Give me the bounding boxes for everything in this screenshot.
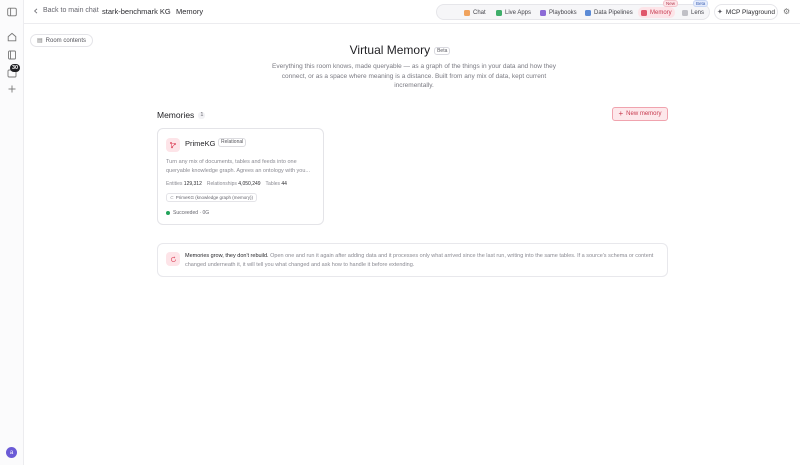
- tab-playbooks[interactable]: Playbooks: [537, 7, 580, 18]
- memory-type-tag: Relational: [218, 138, 247, 147]
- user-avatar[interactable]: a: [6, 447, 17, 458]
- status-text: Succeeded · 0G: [173, 210, 210, 216]
- rooms-count-badge: 30: [10, 64, 20, 72]
- back-to-main-chat-link[interactable]: Back to main chat: [33, 7, 99, 14]
- home-icon[interactable]: [5, 30, 19, 44]
- chevron-left-icon: [34, 8, 38, 13]
- graph-icon: [166, 138, 180, 152]
- mcp-label: MCP Playground: [725, 8, 775, 16]
- breadcrumb-room[interactable]: stark-benchmark KG: [102, 7, 171, 16]
- tab-label: Data Pipelines: [594, 9, 633, 16]
- app-nav: Chat Live Apps Playbooks Data Pipelines …: [436, 0, 710, 20]
- memories-title: Memories: [157, 110, 195, 120]
- banner-headline: Memories grow, they don't rebuild.: [185, 253, 269, 259]
- relationships-label: Relationships: [206, 181, 237, 187]
- memory-card[interactable]: PrimeKG Relational Turn any mix of docum…: [157, 128, 324, 225]
- entities-label: Entities: [166, 181, 183, 187]
- mcp-playground-button[interactable]: ✦ MCP Playground: [714, 4, 778, 20]
- info-banner: Memories grow, they don't rebuild. Open …: [157, 243, 668, 277]
- new-memory-label: New memory: [626, 111, 662, 117]
- link-icon: ⊂: [170, 195, 174, 200]
- mcp-icon: ✦: [717, 9, 723, 16]
- add-icon[interactable]: [5, 82, 19, 96]
- gear-icon[interactable]: ⚙: [783, 8, 790, 16]
- tab-memory[interactable]: Memory: [638, 7, 675, 18]
- playbooks-icon: [540, 9, 546, 16]
- beta-badge: Beta: [434, 47, 451, 55]
- refresh-icon: [166, 252, 180, 266]
- tab-label: Chat: [473, 9, 486, 16]
- tables-value: 44: [281, 181, 287, 187]
- page-subtitle: Everything this room knows, made queryab…: [272, 63, 556, 89]
- data-pipelines-icon: [585, 9, 591, 16]
- left-rail: 30 a: [0, 0, 24, 465]
- plus-icon: +: [618, 109, 624, 118]
- breadcrumb-divider: /: [94, 6, 97, 15]
- new-badge: New: [663, 0, 679, 7]
- page-title: Virtual Memory: [349, 43, 431, 57]
- beta-badge: Beta: [693, 0, 709, 7]
- tab-label: Playbooks: [549, 9, 577, 16]
- source-chip-label: PrimeKG (knowledge graph (memory)): [175, 195, 254, 200]
- memory-status: Succeeded · 0G: [166, 210, 209, 216]
- memory-description: Turn any mix of documents, tables and fe…: [166, 159, 311, 174]
- relationships-value: 4,050,249: [238, 181, 261, 187]
- source-chip[interactable]: ⊂ PrimeKG (knowledge graph (memory)): [166, 193, 258, 202]
- status-dot-icon: [166, 211, 170, 215]
- back-label: Back to main chat: [43, 7, 99, 14]
- live-apps-icon: [496, 9, 502, 16]
- page-header: Virtual Memory Beta: [0, 43, 800, 57]
- banner-text: Memories grow, they don't rebuild. Open …: [185, 252, 661, 270]
- tab-label: Live Apps: [505, 9, 532, 16]
- chevron-right-icon: ›: [168, 7, 171, 14]
- memory-stats: Entities 129,312 Relationships 4,050,249…: [166, 181, 287, 187]
- tab-chat[interactable]: Chat: [461, 7, 489, 18]
- tab-live-apps[interactable]: Live Apps: [493, 7, 534, 18]
- tab-data-pipelines[interactable]: Data Pipelines: [582, 7, 636, 18]
- memory-name: PrimeKG: [185, 139, 216, 148]
- new-memory-button[interactable]: + New memory: [612, 107, 668, 121]
- sidebar-toggle-icon[interactable]: [5, 5, 19, 19]
- memories-count: 1: [198, 111, 206, 119]
- tables-label: Tables: [265, 181, 280, 187]
- tab-lens[interactable]: Lens: [679, 7, 707, 18]
- memories-heading: Memories 1: [157, 110, 206, 120]
- tab-label: Lens: [691, 9, 705, 16]
- chat-icon: [464, 9, 470, 16]
- entities-value: 129,312: [183, 181, 202, 187]
- tab-label: Memory: [650, 9, 672, 16]
- breadcrumb-page: Memory: [176, 7, 204, 16]
- lens-icon: [682, 9, 688, 16]
- memory-icon: [641, 9, 647, 16]
